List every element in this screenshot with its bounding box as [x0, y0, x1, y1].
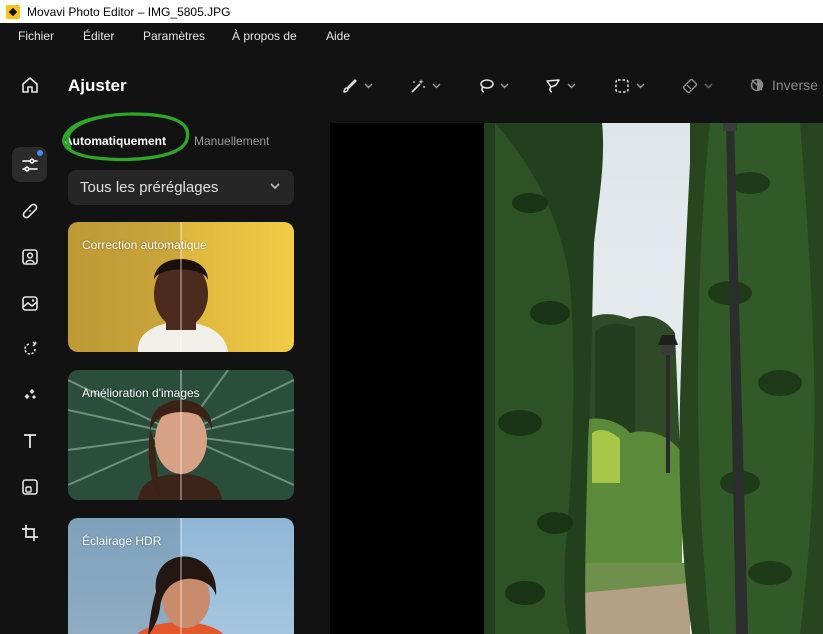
object-removal-icon — [23, 340, 37, 355]
retouch-button[interactable] — [12, 193, 47, 228]
crop-icon — [21, 524, 38, 541]
menu-parametres[interactable]: Paramètres — [143, 29, 205, 43]
preset-card-hdr-lighting[interactable]: Éclairage HDR — [68, 518, 294, 634]
tab-automatic[interactable]: Automatiquement — [64, 134, 166, 148]
text-icon — [23, 433, 36, 448]
menu-aide[interactable]: Aide — [326, 29, 350, 43]
portrait-button[interactable] — [12, 239, 47, 274]
tool-rail — [0, 49, 60, 634]
frames-icon — [21, 478, 38, 495]
adjust-panel: Ajuster Automatiquement Manuellement Tou… — [60, 49, 330, 634]
chevron-down-icon — [567, 83, 576, 89]
menu-a-propos[interactable]: À propos de — [232, 29, 297, 43]
preset-card-label: Correction automatique — [82, 238, 207, 252]
inverse-icon — [750, 78, 764, 92]
window-title: Movavi Photo Editor – IMG_5805.JPG — [27, 4, 231, 19]
chevron-down-icon — [500, 83, 509, 89]
chevron-down-icon — [704, 83, 713, 89]
eraser-tool[interactable] — [682, 74, 713, 98]
menu-editer[interactable]: Éditer — [83, 29, 114, 43]
eraser-icon — [682, 78, 698, 94]
app-logo-icon — [6, 4, 20, 19]
effects-icon — [24, 388, 36, 399]
preset-card-label: Amélioration d'images — [82, 386, 200, 400]
polygon-lasso-icon — [546, 79, 560, 93]
lasso-tool[interactable] — [478, 74, 509, 98]
magic-wand-icon — [411, 79, 425, 93]
frames-button[interactable] — [12, 469, 47, 504]
chevron-down-icon — [270, 183, 280, 190]
chevron-down-icon — [364, 83, 373, 89]
selection-toolbar: Inverse — [330, 65, 823, 107]
rect-select-icon — [615, 79, 629, 93]
photo-image — [330, 123, 823, 634]
brush-tool[interactable] — [342, 74, 373, 98]
polygon-lasso-tool[interactable] — [545, 74, 576, 98]
menu-fichier[interactable]: Fichier — [18, 29, 54, 43]
replace-background-icon — [21, 295, 38, 311]
portrait-icon — [21, 248, 38, 265]
adjust-icon — [21, 157, 38, 172]
preset-card-label: Éclairage HDR — [82, 534, 162, 548]
preset-card-auto-correction[interactable]: Correction automatique — [68, 222, 294, 352]
adjust-button[interactable] — [12, 147, 47, 182]
preset-card-image-enhancement[interactable]: Amélioration d'images — [68, 370, 294, 500]
tab-manual[interactable]: Manuellement — [194, 134, 269, 148]
text-button[interactable] — [12, 423, 47, 458]
brush-icon — [343, 79, 357, 93]
panel-title: Ajuster — [68, 76, 127, 95]
rect-select-tool[interactable] — [614, 74, 645, 98]
home-button[interactable] — [12, 67, 47, 102]
presets-dropdown-label: Tous les préréglages — [80, 179, 219, 196]
chevron-down-icon — [636, 83, 645, 89]
inverse-label: Inverse — [772, 77, 818, 93]
presets-dropdown[interactable]: Tous les préréglages — [68, 170, 294, 205]
retouch-icon — [22, 203, 37, 218]
magic-wand-tool[interactable] — [410, 74, 441, 98]
title-bar: Movavi Photo Editor – IMG_5805.JPG — [0, 0, 823, 23]
menu-bar: Fichier Éditer Paramètres À propos de Ai… — [0, 23, 823, 49]
notification-dot — [37, 150, 43, 156]
object-removal-button[interactable] — [12, 331, 47, 366]
crop-button[interactable] — [12, 515, 47, 550]
chevron-down-icon — [432, 83, 441, 89]
lasso-icon — [480, 79, 494, 93]
home-icon — [21, 76, 38, 93]
photo-canvas[interactable] — [330, 123, 823, 634]
effects-button[interactable] — [12, 377, 47, 412]
background-button[interactable] — [12, 285, 47, 320]
inverse-button[interactable]: Inverse — [750, 77, 818, 93]
